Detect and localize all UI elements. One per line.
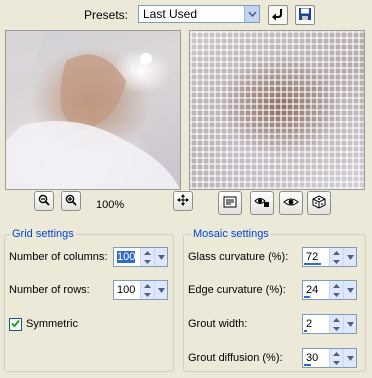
randomize-button[interactable] — [307, 191, 331, 215]
edge-curvature-input[interactable]: 24 — [303, 281, 329, 299]
edge-curvature-updown[interactable] — [329, 281, 343, 299]
spin-up-icon[interactable] — [330, 248, 343, 257]
spin-up-icon[interactable] — [330, 281, 343, 290]
rows-dropdown-icon[interactable] — [154, 281, 167, 299]
mosaic-settings-title: Mosaic settings — [191, 228, 271, 240]
preview-window-icon — [223, 195, 237, 212]
proof-button[interactable] — [279, 191, 303, 215]
columns-input[interactable]: 100 — [114, 248, 140, 266]
move-arrows-icon — [177, 193, 189, 209]
eye-icon — [283, 195, 299, 212]
chevron-down-icon[interactable] — [244, 6, 259, 22]
spin-down-icon[interactable] — [330, 324, 343, 333]
spin-up-icon[interactable] — [330, 349, 343, 358]
zoom-in-icon — [65, 194, 77, 209]
columns-value: 100 — [117, 251, 136, 263]
edge-curvature-level — [304, 296, 328, 298]
rows-value: 100 — [117, 284, 136, 296]
glass-curvature-spinner[interactable]: 72 — [302, 247, 357, 267]
symmetric-label[interactable]: Symmetric — [26, 318, 78, 330]
spin-up-icon[interactable] — [330, 315, 343, 324]
zoom-in-button[interactable] — [61, 191, 81, 211]
woman-with-flower-image — [6, 31, 180, 189]
grout-width-updown[interactable] — [329, 315, 343, 333]
reset-preset-button[interactable] — [268, 5, 288, 25]
glass-curvature-value: 72 — [306, 251, 319, 263]
rows-input[interactable]: 100 — [114, 281, 140, 299]
zoom-out-button[interactable] — [34, 191, 54, 211]
presets-dropdown[interactable]: Last Used — [138, 5, 260, 23]
spin-down-icon[interactable] — [330, 257, 343, 266]
presets-value: Last Used — [143, 7, 198, 21]
spin-down-icon[interactable] — [141, 290, 154, 299]
edge-curvature-dropdown-icon[interactable] — [343, 281, 356, 299]
save-preset-button[interactable] — [295, 5, 315, 25]
spin-up-icon[interactable] — [141, 281, 154, 290]
presets-label: Presets: — [84, 8, 129, 22]
rows-label: Number of rows: — [9, 284, 90, 296]
spin-down-icon[interactable] — [330, 358, 343, 367]
grout-width-value: 2 — [306, 318, 313, 330]
columns-updown[interactable] — [140, 248, 154, 266]
spin-down-icon[interactable] — [141, 257, 154, 266]
columns-spinner[interactable]: 100 — [113, 247, 168, 267]
pan-button[interactable] — [173, 191, 193, 211]
grout-width-dropdown-icon[interactable] — [343, 315, 356, 333]
proof-toggle-button[interactable] — [218, 191, 242, 215]
edge-curvature-label: Edge curvature (%): — [188, 284, 286, 296]
glass-curvature-label: Glass curvature (%): — [188, 251, 289, 263]
edge-curvature-spinner[interactable]: 24 — [302, 280, 357, 300]
grout-width-input[interactable]: 2 — [303, 315, 329, 333]
zoom-level: 100% — [96, 199, 125, 211]
zoom-out-icon — [38, 194, 50, 209]
rows-updown[interactable] — [140, 281, 154, 299]
grout-diffusion-input[interactable]: 30 — [303, 349, 329, 367]
edge-curvature-value: 24 — [306, 284, 319, 296]
spin-up-icon[interactable] — [141, 248, 154, 257]
grout-width-label: Grout width: — [188, 318, 248, 330]
grout-diffusion-dropdown-icon[interactable] — [343, 349, 356, 367]
glass-curvature-input[interactable]: 72 — [303, 248, 329, 266]
glass-curvature-updown[interactable] — [329, 248, 343, 266]
undo-arrow-icon — [271, 7, 285, 24]
dice-icon — [312, 194, 326, 212]
eye-lock-icon — [254, 195, 270, 212]
grout-width-level — [304, 330, 328, 332]
grout-diffusion-spinner[interactable]: 30 — [302, 348, 357, 368]
rows-spinner[interactable]: 100 — [113, 280, 168, 300]
glass-curvature-dropdown-icon[interactable] — [343, 248, 356, 266]
mosaic-preview[interactable] — [189, 30, 365, 190]
grout-diffusion-label: Grout diffusion (%): — [188, 352, 283, 364]
checkmark-icon — [11, 319, 20, 331]
grout-diffusion-updown[interactable] — [329, 349, 343, 367]
auto-proof-button[interactable] — [250, 191, 274, 215]
glass-curvature-level — [304, 263, 328, 265]
original-preview[interactable] — [5, 30, 181, 190]
symmetric-checkbox[interactable] — [9, 318, 22, 331]
columns-label: Number of columns: — [9, 251, 108, 263]
spin-down-icon[interactable] — [330, 290, 343, 299]
grout-width-spinner[interactable]: 2 — [302, 314, 357, 334]
grout-diffusion-level — [304, 364, 328, 366]
columns-dropdown-icon[interactable] — [154, 248, 167, 266]
grid-settings-title: Grid settings — [10, 228, 76, 240]
floppy-disk-icon — [298, 7, 312, 24]
grout-diffusion-value: 30 — [306, 352, 319, 364]
